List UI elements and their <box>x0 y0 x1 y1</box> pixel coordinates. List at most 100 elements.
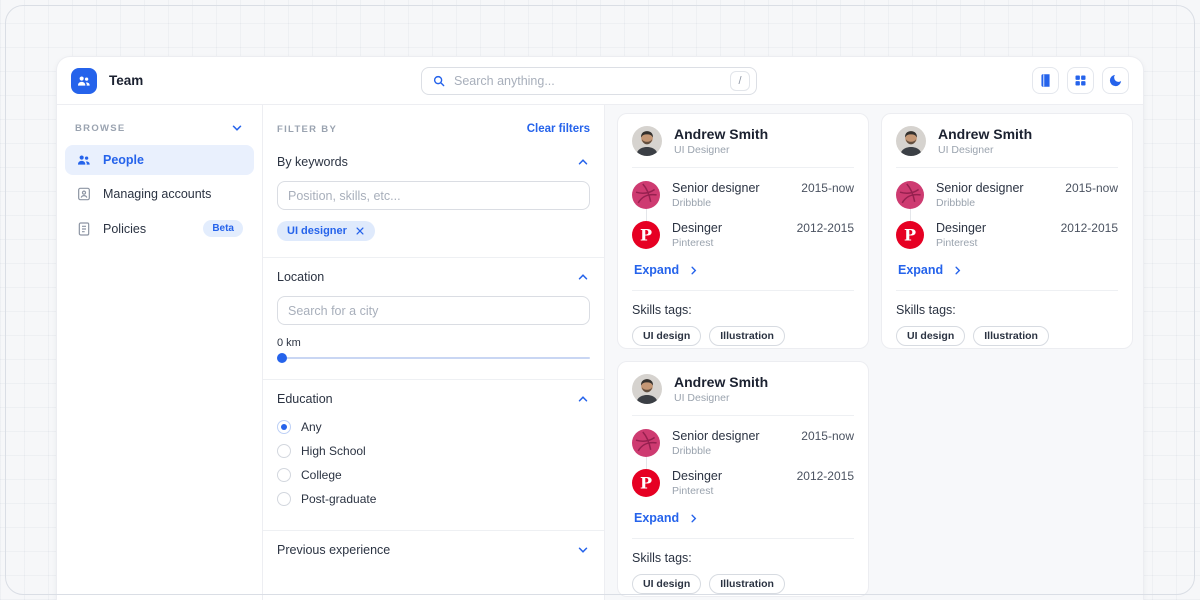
search-icon <box>432 74 446 88</box>
education-option-post-graduate[interactable]: Post-graduate <box>277 490 590 508</box>
apps-button[interactable] <box>1067 67 1094 94</box>
avatar <box>632 374 662 404</box>
clear-filters-link[interactable]: Clear filters <box>527 123 590 135</box>
previous-experience-header[interactable]: Previous experience <box>277 543 590 557</box>
app-logo <box>71 68 97 94</box>
dribbble-icon <box>896 181 924 209</box>
search-shortcut-key: / <box>730 71 750 91</box>
keywords-section: By keywords UI designer <box>263 143 604 257</box>
person-name: Andrew Smith <box>938 126 1032 142</box>
experience-period: 2012-2015 <box>797 221 854 249</box>
experience-company: Pinterest <box>672 485 722 497</box>
experience-company: Dribbble <box>936 197 1024 209</box>
people-icon <box>76 152 92 168</box>
radio-button[interactable] <box>277 444 291 458</box>
location-section-header[interactable]: Location <box>277 270 590 284</box>
skill-chip: UI design <box>632 574 701 594</box>
education-section-header[interactable]: Education <box>277 392 590 406</box>
education-section: Education Any High School College <box>263 379 604 530</box>
dribbble-icon <box>632 181 660 209</box>
expand-button[interactable]: Expand <box>634 511 699 525</box>
skills-label: Skills tags: <box>896 303 1118 317</box>
expand-button[interactable]: Expand <box>898 263 963 277</box>
pinterest-icon <box>896 221 924 249</box>
experience-row: Desinger Pinterest 2012-2015 <box>632 469 854 497</box>
sidebar-item-label: Policies <box>103 222 146 236</box>
close-icon[interactable] <box>355 226 365 236</box>
chevron-up-icon[interactable] <box>576 270 590 284</box>
chevron-up-icon[interactable] <box>576 392 590 406</box>
experience-title: Desinger <box>672 221 722 235</box>
person-role: UI Designer <box>674 144 768 156</box>
location-section: Location 0 km <box>263 257 604 379</box>
experience-period: 2012-2015 <box>1061 221 1118 249</box>
radio-button[interactable] <box>277 468 291 482</box>
dark-mode-toggle[interactable] <box>1102 67 1129 94</box>
top-bar: Team / <box>57 57 1143 105</box>
skills-label: Skills tags: <box>632 303 854 317</box>
card-header: Andrew Smith UI Designer <box>632 126 854 168</box>
sidebar: BROWSE People Managing accounts Policies… <box>57 105 263 600</box>
distance-slider[interactable] <box>277 353 590 363</box>
slider-thumb[interactable] <box>277 353 287 363</box>
education-option-college[interactable]: College <box>277 466 590 484</box>
distance-value: 0 km <box>277 337 590 349</box>
global-search[interactable]: / <box>421 67 757 95</box>
experience-row: Senior designer Dribbble 2015-now <box>632 181 854 209</box>
grid-icon <box>1073 73 1088 88</box>
radio-button[interactable] <box>277 492 291 506</box>
dribbble-icon <box>632 429 660 457</box>
previous-experience-label: Previous experience <box>277 543 390 557</box>
avatar <box>896 126 926 156</box>
slider-track[interactable] <box>277 357 590 359</box>
expand-label: Expand <box>634 511 679 525</box>
experience-row: Senior designer Dribbble 2015-now <box>632 429 854 457</box>
keywords-input[interactable] <box>277 181 590 210</box>
experience-period: 2015-now <box>1065 181 1118 209</box>
expand-button[interactable]: Expand <box>634 263 699 277</box>
keyword-tag[interactable]: UI designer <box>277 221 375 241</box>
previous-experience-section: Previous experience <box>263 530 604 573</box>
radio-button[interactable] <box>277 420 291 434</box>
skill-tags: UI design Illustration <box>632 326 854 346</box>
chevron-up-icon[interactable] <box>576 155 590 169</box>
library-button[interactable] <box>1032 67 1059 94</box>
experience-title: Senior designer <box>672 181 760 195</box>
document-icon <box>76 221 92 237</box>
search-input[interactable] <box>454 74 722 88</box>
sidebar-item-label: Managing accounts <box>103 187 211 201</box>
education-label: Education <box>277 392 333 406</box>
keywords-section-header[interactable]: By keywords <box>277 155 590 169</box>
experience-timeline: Senior designer Dribbble 2015-now Desing… <box>632 181 854 249</box>
topbar-actions <box>1032 67 1129 94</box>
keyword-tag-label: UI designer <box>287 225 347 237</box>
chevron-down-icon[interactable] <box>576 543 590 557</box>
browse-section-header[interactable]: BROWSE <box>65 119 254 145</box>
sidebar-item-managing-accounts[interactable]: Managing accounts <box>65 179 254 209</box>
avatar <box>632 126 662 156</box>
experience-period: 2012-2015 <box>797 469 854 497</box>
skill-tags: UI design Illustration <box>632 574 854 594</box>
radio-label: Any <box>301 420 322 434</box>
city-search-input[interactable] <box>277 296 590 325</box>
sidebar-item-people[interactable]: People <box>65 145 254 175</box>
keywords-label: By keywords <box>277 155 348 169</box>
divider <box>632 538 854 539</box>
person-card: Andrew Smith UI Designer Senior designer… <box>881 113 1133 349</box>
education-option-any[interactable]: Any <box>277 418 590 436</box>
divider <box>896 290 1118 291</box>
sidebar-item-label: People <box>103 153 144 167</box>
filter-by-label: FILTER BY <box>277 124 337 135</box>
radio-label: Post-graduate <box>301 492 376 506</box>
experience-title: Desinger <box>936 221 986 235</box>
sidebar-item-policies[interactable]: Policies Beta <box>65 213 254 244</box>
person-name: Andrew Smith <box>674 374 768 390</box>
education-option-high-school[interactable]: High School <box>277 442 590 460</box>
skill-chip: UI design <box>632 326 701 346</box>
browse-label: BROWSE <box>75 123 126 134</box>
chevron-down-icon[interactable] <box>230 121 244 135</box>
divider <box>632 290 854 291</box>
radio-label: College <box>301 468 342 482</box>
app-title: Team <box>109 73 143 88</box>
experience-row: Desinger Pinterest 2012-2015 <box>896 221 1118 249</box>
